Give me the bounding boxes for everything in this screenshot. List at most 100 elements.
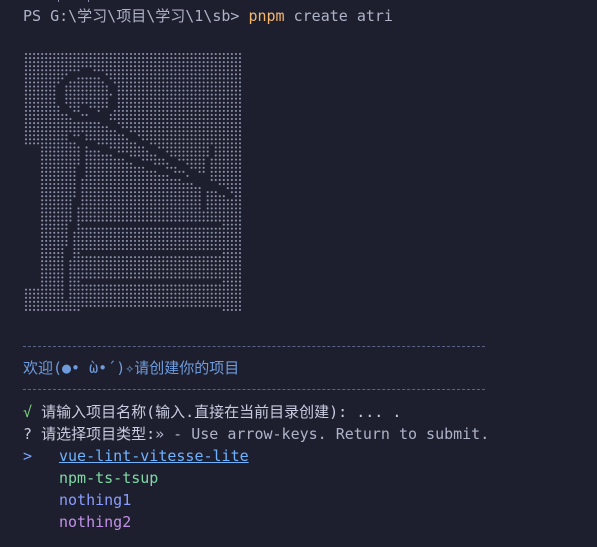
ascii-dot — [109, 187, 112, 190]
option-nothing2[interactable]: nothing2 — [59, 512, 131, 532]
ascii-dot — [133, 235, 137, 238]
ascii-dot — [234, 308, 237, 312]
ascii-dot — [97, 288, 100, 291]
ascii-dot — [190, 235, 193, 238]
ascii-dot — [166, 247, 169, 251]
ascii-dot — [214, 203, 217, 206]
ascii-dot — [158, 69, 161, 72]
ascii-dot — [142, 296, 145, 299]
ascii-dot — [97, 130, 100, 133]
ascii-dot — [85, 288, 88, 291]
ascii-dot — [206, 77, 209, 80]
ascii-dot — [81, 187, 84, 190]
ascii-dot — [238, 182, 242, 186]
ascii-dot — [85, 162, 88, 165]
ascii-dot — [226, 52, 229, 56]
ascii-dot — [218, 57, 221, 60]
ascii-dot — [125, 81, 128, 84]
ascii-dot — [234, 158, 237, 161]
ascii-dot — [158, 276, 161, 279]
ascii-dot — [89, 174, 92, 177]
ascii-dot — [178, 231, 181, 234]
ascii-dot — [45, 227, 48, 230]
ascii-dot — [238, 292, 242, 295]
ascii-dot — [113, 142, 116, 145]
ascii-dot — [214, 284, 217, 287]
ascii-dot — [150, 211, 153, 214]
ascii-dot — [206, 211, 209, 214]
ascii-dot — [89, 138, 92, 141]
ascii-dot — [117, 203, 120, 206]
ascii-dot — [190, 142, 193, 145]
ascii-dot — [57, 223, 60, 226]
ascii-dot — [133, 219, 137, 222]
ascii-dot — [57, 243, 60, 247]
ascii-dot — [178, 122, 181, 125]
ascii-dot — [65, 182, 68, 186]
ascii-dot — [129, 187, 133, 190]
ascii-dot — [178, 57, 181, 60]
ascii-dot — [129, 166, 133, 169]
ascii-dot — [230, 174, 233, 177]
ascii-dot — [85, 178, 88, 182]
ascii-dot — [162, 195, 165, 198]
ascii-dot — [85, 97, 88, 100]
ascii-dot — [49, 252, 52, 255]
ascii-dot — [178, 65, 181, 68]
ascii-dot — [65, 89, 68, 92]
ascii-art-logo — [24, 52, 242, 312]
ascii-dot — [125, 203, 128, 206]
ascii-dot — [166, 162, 169, 165]
option-vue-lint-vitesse-lite[interactable]: vue-lint-vitesse-lite — [59, 446, 249, 466]
ascii-dot — [93, 170, 96, 173]
ascii-dot — [210, 296, 213, 299]
ascii-dot — [178, 109, 181, 112]
option-npm-ts-tsup[interactable]: npm-ts-tsup — [59, 468, 158, 488]
ascii-dot — [89, 182, 92, 186]
ascii-dot — [65, 52, 68, 56]
ascii-dot — [41, 138, 44, 141]
ascii-dot — [45, 126, 48, 129]
ascii-dot — [73, 288, 76, 291]
ascii-dot — [146, 126, 149, 129]
ascii-dot — [41, 272, 44, 275]
ascii-dot — [125, 77, 128, 80]
ascii-dot — [154, 300, 157, 303]
ascii-dot — [190, 81, 193, 84]
ascii-dot — [69, 260, 72, 263]
ascii-dot — [166, 109, 169, 112]
ascii-dot — [174, 52, 177, 56]
ascii-dot — [138, 178, 141, 182]
ascii-dot — [210, 219, 213, 222]
ascii-dot — [182, 187, 185, 190]
ascii-dot — [133, 69, 137, 72]
ascii-dot — [121, 219, 124, 222]
ascii-dot — [101, 284, 104, 287]
ascii-dot — [230, 122, 233, 125]
ascii-dot — [105, 207, 108, 210]
ascii-dot — [198, 187, 201, 190]
ascii-dot — [49, 146, 52, 149]
ascii-dot — [182, 57, 185, 60]
option-nothing1[interactable]: nothing1 — [59, 490, 131, 510]
ascii-dot — [41, 122, 44, 125]
ascii-dot — [113, 69, 116, 72]
ascii-dot — [230, 268, 233, 271]
ascii-dot — [77, 101, 80, 104]
ascii-dot — [125, 138, 128, 141]
ascii-dot — [24, 77, 28, 80]
ascii-dot — [210, 134, 213, 137]
ascii-dot — [45, 187, 48, 190]
ascii-dot — [158, 215, 161, 218]
ascii-dot — [105, 170, 108, 173]
ascii-dot — [121, 243, 124, 247]
ascii-dot — [186, 57, 189, 60]
ascii-dot — [138, 300, 141, 303]
ascii-dot — [49, 247, 52, 251]
ascii-dot — [125, 178, 128, 182]
ascii-dot — [230, 170, 233, 173]
ascii-dot — [146, 170, 149, 173]
ascii-dot — [154, 113, 157, 117]
ascii-dot — [186, 126, 189, 129]
ascii-dot — [218, 146, 221, 149]
